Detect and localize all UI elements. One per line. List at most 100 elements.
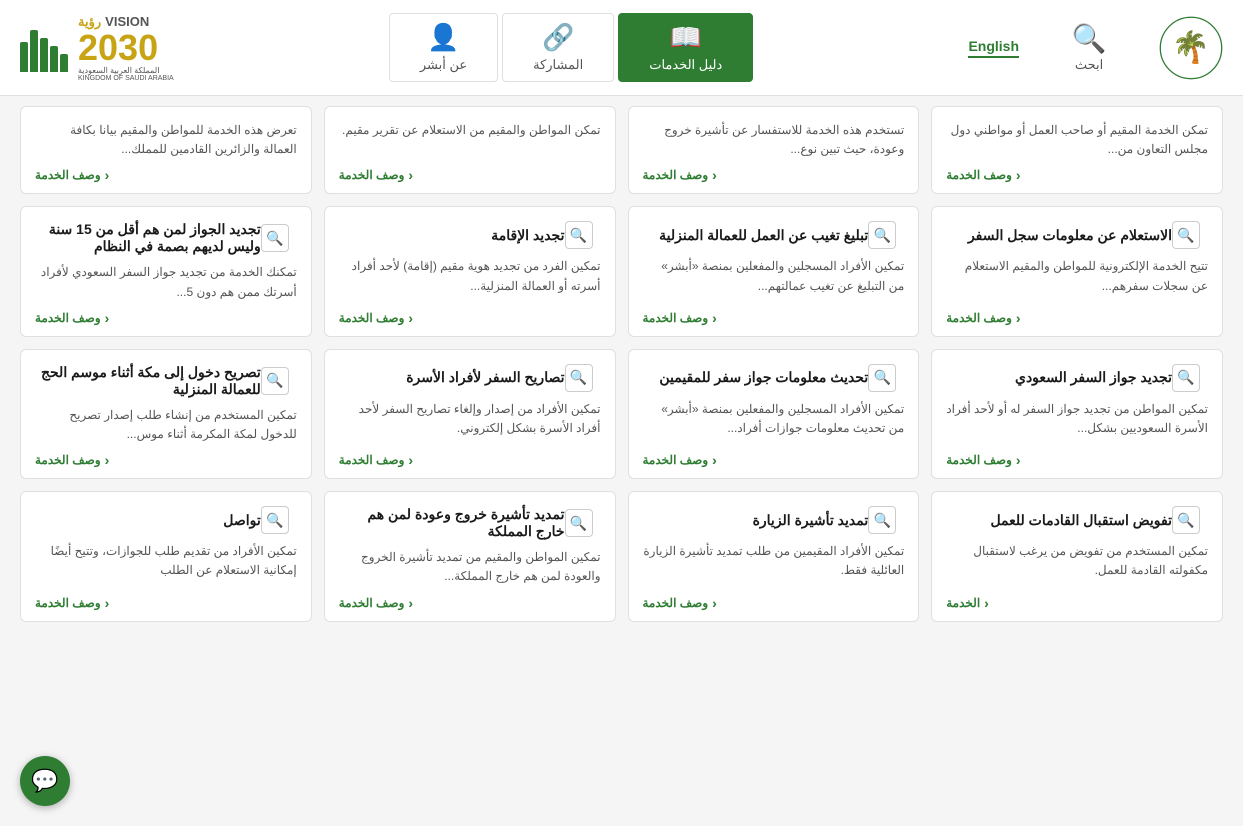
card-r4-2-search[interactable]: 🔍 [565,509,593,537]
row-2: 🔍 الاستعلام عن معلومات سجل السفر تتيح ال… [20,206,1223,336]
card-r4-4-search[interactable]: 🔍 [1172,506,1200,534]
card-r4-3-title: تمديد تأشيرة الزيارة [643,512,869,529]
card-r2-4-header: 🔍 الاستعلام عن معلومات سجل السفر [946,221,1208,249]
card-r3-3-search[interactable]: 🔍 [868,364,896,392]
search-button[interactable]: 🔍 ابحث [1039,22,1139,73]
card-r3-2-header: 🔍 تصاريح السفر لأفراد الأسرة [339,364,601,392]
header-right: 🌴 🔍 ابحث English [968,16,1223,80]
card-r3-1-desc: تمكين المستخدم من إنشاء طلب إصدار تصريح … [35,406,297,444]
card-r2-3-title: تبليغ تغيب عن العمل للعمالة المنزلية [643,227,869,244]
language-toggle[interactable]: English [968,38,1019,58]
card-r2-2-link[interactable]: وصف الخدمة [339,310,601,326]
card-r2-3-header: 🔍 تبليغ تغيب عن العمل للعمالة المنزلية [643,221,905,249]
card-r2-1: 🔍 تجديد الجواز لمن هم أقل من 15 سنة وليس… [20,206,312,336]
saudi-crest-icon: 🌴 [1159,16,1223,80]
card-r4-3-search[interactable]: 🔍 [868,506,896,534]
card-r4-4-link[interactable]: الخدمة [946,595,1208,611]
card-r3-4: 🔍 تجديد جواز السفر السعودي تمكين المواطن… [931,349,1223,479]
card-r2-1-header: 🔍 تجديد الجواز لمن هم أقل من 15 سنة وليس… [35,221,297,255]
musharaka-label: المشاركة [533,57,583,73]
card-r2-2-header: 🔍 تجديد الإقامة [339,221,601,249]
card-top-2-link[interactable]: وصف الخدمة [339,167,601,183]
card-r4-1-title: تواصل [35,512,261,529]
card-r3-2-search[interactable]: 🔍 [565,364,593,392]
card-r4-1-link[interactable]: وصف الخدمة [35,595,297,611]
daleel-icon: 📖 [670,22,702,53]
card-r4-3-desc: تمكين الأفراد المقيمين من طلب تمديد تأشي… [643,542,905,586]
card-r3-2: 🔍 تصاريح السفر لأفراد الأسرة تمكين الأفر… [324,349,616,479]
card-r3-4-header: 🔍 تجديد جواز السفر السعودي [946,364,1208,392]
card-r2-1-link[interactable]: وصف الخدمة [35,310,297,326]
card-r2-4-desc: تتيح الخدمة الإلكترونية للمواطن والمقيم … [946,257,1208,301]
search-icon: 🔍 [1072,22,1107,55]
card-r2-3-desc: تمكين الأفراد المسجلين والمفعلين بمنصة «… [643,257,905,301]
row-4: 🔍 تفويض استقبال القادمات للعمل تمكين الم… [20,491,1223,621]
card-r4-2-title: تمديد تأشيرة خروج وعودة لمن هم خارج المم… [339,506,565,540]
card-r3-3-header: 🔍 تحديث معلومات جواز سفر للمقيمين [643,364,905,392]
card-r2-1-desc: تمكنك الخدمة من تجديد جواز السفر السعودي… [35,263,297,301]
card-r4-4-header: 🔍 تفويض استقبال القادمات للعمل [946,506,1208,534]
header: 🌴 🔍 ابحث English 📖 دليل الخدمات 🔗 المشار… [0,0,1243,96]
card-r4-2-header: 🔍 تمديد تأشيرة خروج وعودة لمن هم خارج ال… [339,506,601,540]
card-r4-3: 🔍 تمديد تأشيرة الزيارة تمكين الأفراد الم… [628,491,920,621]
main-nav: 📖 دليل الخدمات 🔗 المشاركة 👤 عن أبشر [387,13,755,82]
card-top-3-link[interactable]: وصف الخدمة [643,167,905,183]
main-content: تمكن الخدمة المقيم أو صاحب العمل أو مواط… [0,96,1243,632]
nav-musharaka[interactable]: 🔗 المشاركة [502,13,614,82]
card-r3-1-title: تصريح دخول إلى مكة أثناء موسم الحج للعما… [35,364,261,398]
chat-fab[interactable]: 💬 [20,756,70,806]
card-top-4-desc: تمكن الخدمة المقيم أو صاحب العمل أو مواط… [946,121,1208,159]
card-r3-1: 🔍 تصريح دخول إلى مكة أثناء موسم الحج للع… [20,349,312,479]
card-r3-4-search[interactable]: 🔍 [1172,364,1200,392]
card-r4-1-desc: تمكين الأفراد من تقديم طلب للجوازات، وتت… [35,542,297,586]
card-r2-1-title: تجديد الجواز لمن هم أقل من 15 سنة وليس ل… [35,221,261,255]
absher-icon: 👤 [427,22,459,53]
card-r2-4-search[interactable]: 🔍 [1172,221,1200,249]
card-r4-2-desc: تمكين المواطن والمقيم من تمديد تأشيرة ال… [339,548,601,586]
row-3: 🔍 تجديد جواز السفر السعودي تمكين المواطن… [20,349,1223,479]
card-r4-4: 🔍 تفويض استقبال القادمات للعمل تمكين الم… [931,491,1223,621]
card-r2-4-title: الاستعلام عن معلومات سجل السفر [946,227,1172,244]
card-r4-3-link[interactable]: وصف الخدمة [643,595,905,611]
card-r4-3-header: 🔍 تمديد تأشيرة الزيارة [643,506,905,534]
card-r3-4-link[interactable]: وصف الخدمة [946,452,1208,468]
search-label: ابحث [1075,57,1103,73]
card-r4-4-title: تفويض استقبال القادمات للعمل [946,512,1172,529]
card-r3-1-header: 🔍 تصريح دخول إلى مكة أثناء موسم الحج للع… [35,364,297,398]
card-r3-3: 🔍 تحديث معلومات جواز سفر للمقيمين تمكين … [628,349,920,479]
card-r2-2-search[interactable]: 🔍 [565,221,593,249]
card-top-3: تستخدم هذه الخدمة للاستفسار عن تأشيرة خر… [628,106,920,194]
chat-icon: 💬 [31,768,58,794]
nav-absher[interactable]: 👤 عن أبشر [389,13,498,82]
card-r2-4-link[interactable]: وصف الخدمة [946,310,1208,326]
musharaka-icon: 🔗 [542,22,574,53]
card-top-4-link[interactable]: وصف الخدمة [946,167,1208,183]
card-r4-1-search[interactable]: 🔍 [261,506,289,534]
card-r3-1-link[interactable]: وصف الخدمة [35,452,297,468]
card-r2-3-link[interactable]: وصف الخدمة [643,310,905,326]
card-r3-1-search[interactable]: 🔍 [261,367,289,395]
card-r4-2-link[interactable]: وصف الخدمة [339,595,601,611]
card-r4-1-header: 🔍 تواصل [35,506,297,534]
card-r4-1: 🔍 تواصل تمكين الأفراد من تقديم طلب للجوا… [20,491,312,621]
card-top-1-link[interactable]: وصف الخدمة [35,167,297,183]
card-r3-4-desc: تمكين المواطن من تجديد جواز السفر له أو … [946,400,1208,444]
card-r3-2-title: تصاريح السفر لأفراد الأسرة [339,369,565,386]
nav-daleel[interactable]: 📖 دليل الخدمات [618,13,753,82]
card-r3-3-link[interactable]: وصف الخدمة [643,452,905,468]
bar-chart-icon [20,24,68,72]
vision-logo-area: VISION رؤية 2030 المملكة العربية السعودي… [20,14,174,82]
absher-label: عن أبشر [420,57,467,73]
card-r3-3-title: تحديث معلومات جواز سفر للمقيمين [643,369,869,386]
card-r2-1-search[interactable]: 🔍 [261,224,289,252]
card-r4-4-desc: تمكين المستخدم من تفويض من يرغب لاستقبال… [946,542,1208,586]
card-top-1-desc: تعرض هذه الخدمة للمواطن والمقيم بيانا بك… [35,121,297,159]
card-r2-4: 🔍 الاستعلام عن معلومات سجل السفر تتيح ال… [931,206,1223,336]
card-r2-2-title: تجديد الإقامة [339,227,565,244]
daleel-label: دليل الخدمات [649,57,722,73]
card-r3-2-desc: تمكين الأفراد من إصدار وإلغاء تصاريح الس… [339,400,601,444]
card-r4-2: 🔍 تمديد تأشيرة خروج وعودة لمن هم خارج ال… [324,491,616,621]
card-r3-3-desc: تمكين الأفراد المسجلين والمفعلين بمنصة «… [643,400,905,444]
card-r2-3-search[interactable]: 🔍 [868,221,896,249]
card-r3-2-link[interactable]: وصف الخدمة [339,452,601,468]
